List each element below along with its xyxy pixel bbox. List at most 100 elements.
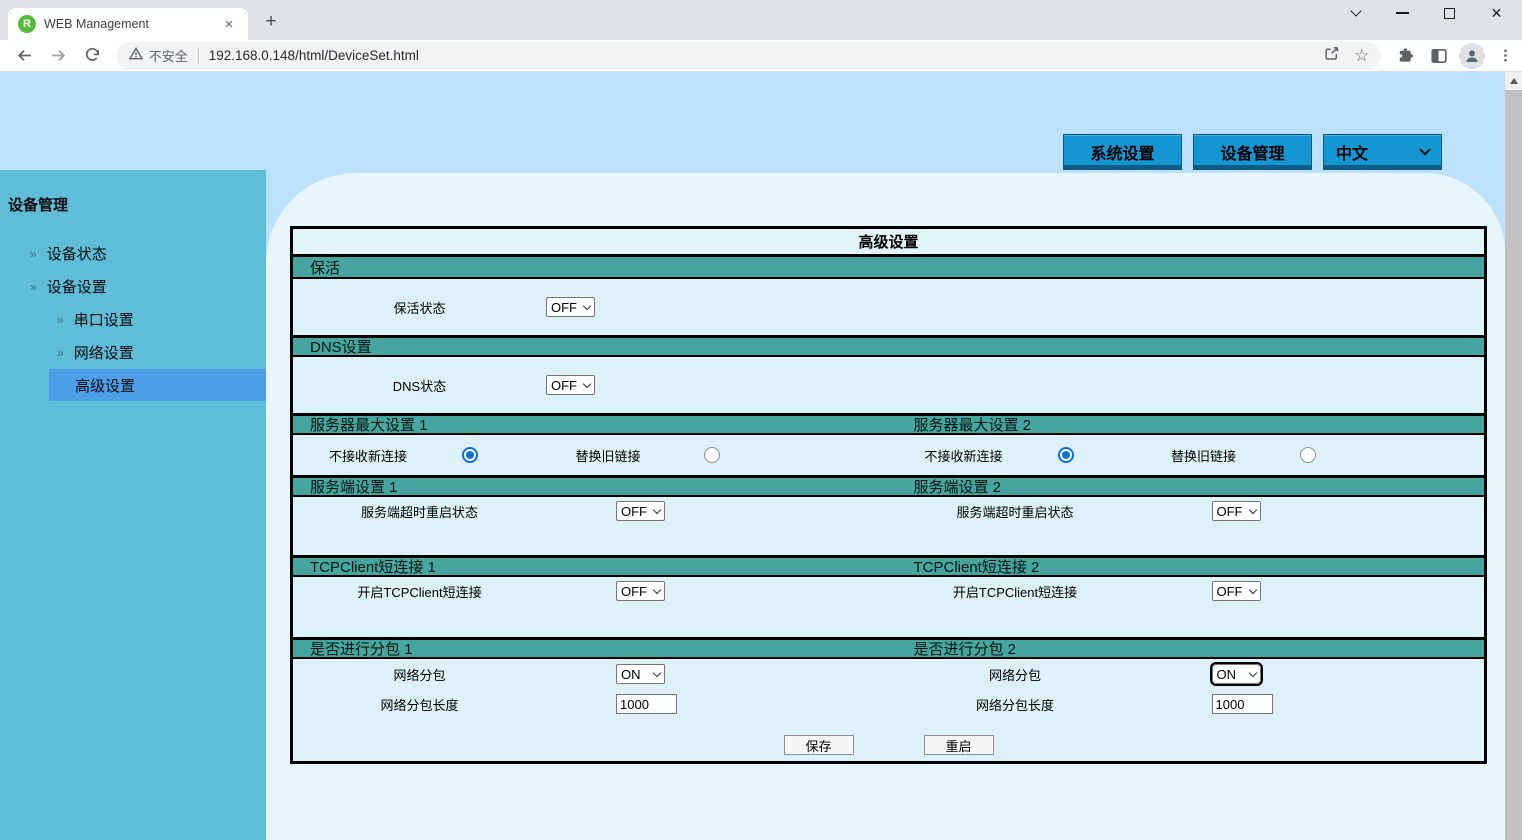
select-value: ON <box>1217 667 1237 682</box>
sidebar-item-label: 高级设置 <box>75 375 135 396</box>
section-header-keepalive: 保活 <box>293 257 1484 279</box>
no-new-connection-radio-2[interactable] <box>1058 447 1074 463</box>
server-timeout-label-2: 服务端超时重启状态 <box>889 502 1142 521</box>
no-new-connection-label-1: 不接收新连接 <box>293 446 443 465</box>
sidebar-item-advanced-settings[interactable]: 高级设置 <box>49 369 266 401</box>
server-timeout-select-1[interactable]: OFF <box>616 501 665 521</box>
language-select-value: 中文 <box>1336 140 1368 164</box>
share-icon[interactable] <box>1323 45 1340 67</box>
new-tab-button[interactable]: + <box>258 9 284 35</box>
side-panel-icon[interactable] <box>1425 42 1453 70</box>
scrollbar-thumb[interactable] <box>1505 90 1522 840</box>
sidebar-item-label: 串口设置 <box>74 309 134 330</box>
sidebar-items: » 设备状态 » 设备设置 » 串口设置 » 网络设置 高级设置 <box>0 237 266 401</box>
radio-dot <box>1062 451 1070 459</box>
select-value: OFF <box>551 378 577 393</box>
profile-avatar[interactable] <box>1459 43 1485 69</box>
packet-length-input-2[interactable] <box>1212 694 1273 714</box>
packet-length-label-1: 网络分包长度 <box>293 695 546 714</box>
row-packet-length-1: 网络分包长度 <box>293 689 889 719</box>
scroll-up-arrow-icon[interactable] <box>1505 72 1522 89</box>
browser-tab[interactable]: R WEB Management × <box>8 8 248 40</box>
bookmark-star-icon[interactable]: ☆ <box>1354 46 1369 66</box>
row-packet-length-2: 网络分包长度 <box>889 689 1485 719</box>
sidebar-title: 设备管理 <box>0 170 266 215</box>
web-page: 系统设置 设备管理 中文 设备管理 » 设备状态 » 设备设置 » <box>0 72 1522 840</box>
server-timeout-label-1: 服务端超时重启状态 <box>293 502 546 521</box>
chevron-down-icon <box>1248 505 1256 513</box>
packet-length-label-2: 网络分包长度 <box>889 695 1142 714</box>
packet-length-input-1[interactable] <box>616 694 677 714</box>
tcp-client-label-1: 开启TCPClient短连接 <box>293 582 546 601</box>
sidebar-item-device-settings[interactable]: » 设备设置 <box>0 270 266 303</box>
device-management-button[interactable]: 设备管理 <box>1193 134 1312 170</box>
row-server-timeout: 服务端超时重启状态 OFF 服务端超时重启状态 OFF <box>293 497 1484 555</box>
no-new-connection-radio-1[interactable] <box>462 447 478 463</box>
spacer <box>293 719 1484 735</box>
section-header-packet: 是否进行分包 1 是否进行分包 2 <box>293 637 1484 659</box>
chevron-down-icon <box>583 379 591 387</box>
top-nav: 系统设置 设备管理 中文 <box>1063 134 1442 170</box>
restart-button[interactable]: 重启 <box>924 735 994 755</box>
chevron-down-icon <box>653 668 661 676</box>
tcp-client-select-1[interactable]: OFF <box>616 581 665 601</box>
chevron-down-icon <box>653 505 661 513</box>
window-maximize-button[interactable] <box>1426 2 1473 24</box>
network-packet-select-1[interactable]: ON <box>616 664 665 684</box>
tab-title: WEB Management <box>44 17 220 31</box>
tab-strip: R WEB Management × + × <box>0 0 1522 40</box>
menu-dots-icon[interactable] <box>1491 42 1519 70</box>
select-value: OFF <box>1217 584 1243 599</box>
row-network-packet-1: 网络分包 ON <box>293 659 889 689</box>
replace-old-link-radio-2[interactable] <box>1300 447 1316 463</box>
language-select[interactable]: 中文 <box>1323 134 1442 170</box>
keepalive-status-select[interactable]: OFF <box>546 297 595 317</box>
chevron-down-icon <box>653 585 661 593</box>
sidebar-item-network-settings[interactable]: » 网络设置 <box>0 336 266 369</box>
dns-status-select[interactable]: OFF <box>546 375 595 395</box>
chevron-down-icon <box>1248 668 1256 676</box>
select-value: OFF <box>621 584 647 599</box>
bullet-arrow-icon: » <box>30 280 37 294</box>
table-title: 高级设置 <box>293 229 1484 257</box>
bullet-arrow-icon: » <box>30 247 37 261</box>
not-secure-warning-icon[interactable] <box>128 46 144 66</box>
address-bar[interactable]: 不安全 192.168.0.148/html/DeviceSet.html ☆ <box>116 42 1382 70</box>
tab-close-icon[interactable]: × <box>220 16 238 33</box>
replace-old-link-label-2: 替换旧链接 <box>1144 446 1264 465</box>
network-packet-label-2: 网络分包 <box>889 665 1142 684</box>
window-chevron-icon[interactable] <box>1332 2 1379 24</box>
browser-window: R WEB Management × + × 不安全 192.168 <box>0 0 1522 840</box>
page-scrollbar[interactable] <box>1505 72 1522 840</box>
window-close-button[interactable]: × <box>1473 2 1520 24</box>
tcp-client-select-2[interactable]: OFF <box>1212 581 1261 601</box>
url-text[interactable]: 192.168.0.148/html/DeviceSet.html <box>209 48 419 63</box>
server-timeout-select-2[interactable]: OFF <box>1212 501 1261 521</box>
row-action-buttons: 保存 重启 <box>293 735 1484 761</box>
network-packet-label-1: 网络分包 <box>293 665 546 684</box>
sidebar-item-serial-settings[interactable]: » 串口设置 <box>0 303 266 336</box>
sidebar: 设备管理 » 设备状态 » 设备设置 » 串口设置 » 网络设置 <box>0 170 266 840</box>
replace-old-link-radio-1[interactable] <box>704 447 720 463</box>
sidebar-item-device-status[interactable]: » 设备状态 <box>0 237 266 270</box>
extensions-puzzle-icon[interactable] <box>1391 42 1419 70</box>
window-controls: × <box>1332 2 1520 24</box>
row-keepalive-status: 保活状态 OFF <box>293 279 1484 335</box>
window-minimize-button[interactable] <box>1379 2 1426 24</box>
back-icon[interactable] <box>11 42 39 70</box>
row-network-packet-2: 网络分包 ON <box>889 659 1485 689</box>
forward-icon[interactable] <box>45 42 73 70</box>
tcp-client-label-2: 开启TCPClient短连接 <box>889 582 1142 601</box>
select-value: OFF <box>551 300 577 315</box>
system-settings-button[interactable]: 系统设置 <box>1063 134 1182 170</box>
section-header-dns: DNS设置 <box>293 335 1484 357</box>
section-header-tcp-client: TCPClient短连接 1 TCPClient短连接 2 <box>293 555 1484 577</box>
bullet-arrow-icon: » <box>57 346 64 360</box>
no-new-connection-label-2: 不接收新连接 <box>889 446 1039 465</box>
reload-icon[interactable] <box>79 42 107 70</box>
sidebar-item-label: 设备状态 <box>47 243 107 264</box>
save-button[interactable]: 保存 <box>784 735 854 755</box>
radio-dot <box>466 451 474 459</box>
network-packet-select-2[interactable]: ON <box>1212 664 1261 684</box>
browser-toolbar: 不安全 192.168.0.148/html/DeviceSet.html ☆ <box>0 40 1522 72</box>
